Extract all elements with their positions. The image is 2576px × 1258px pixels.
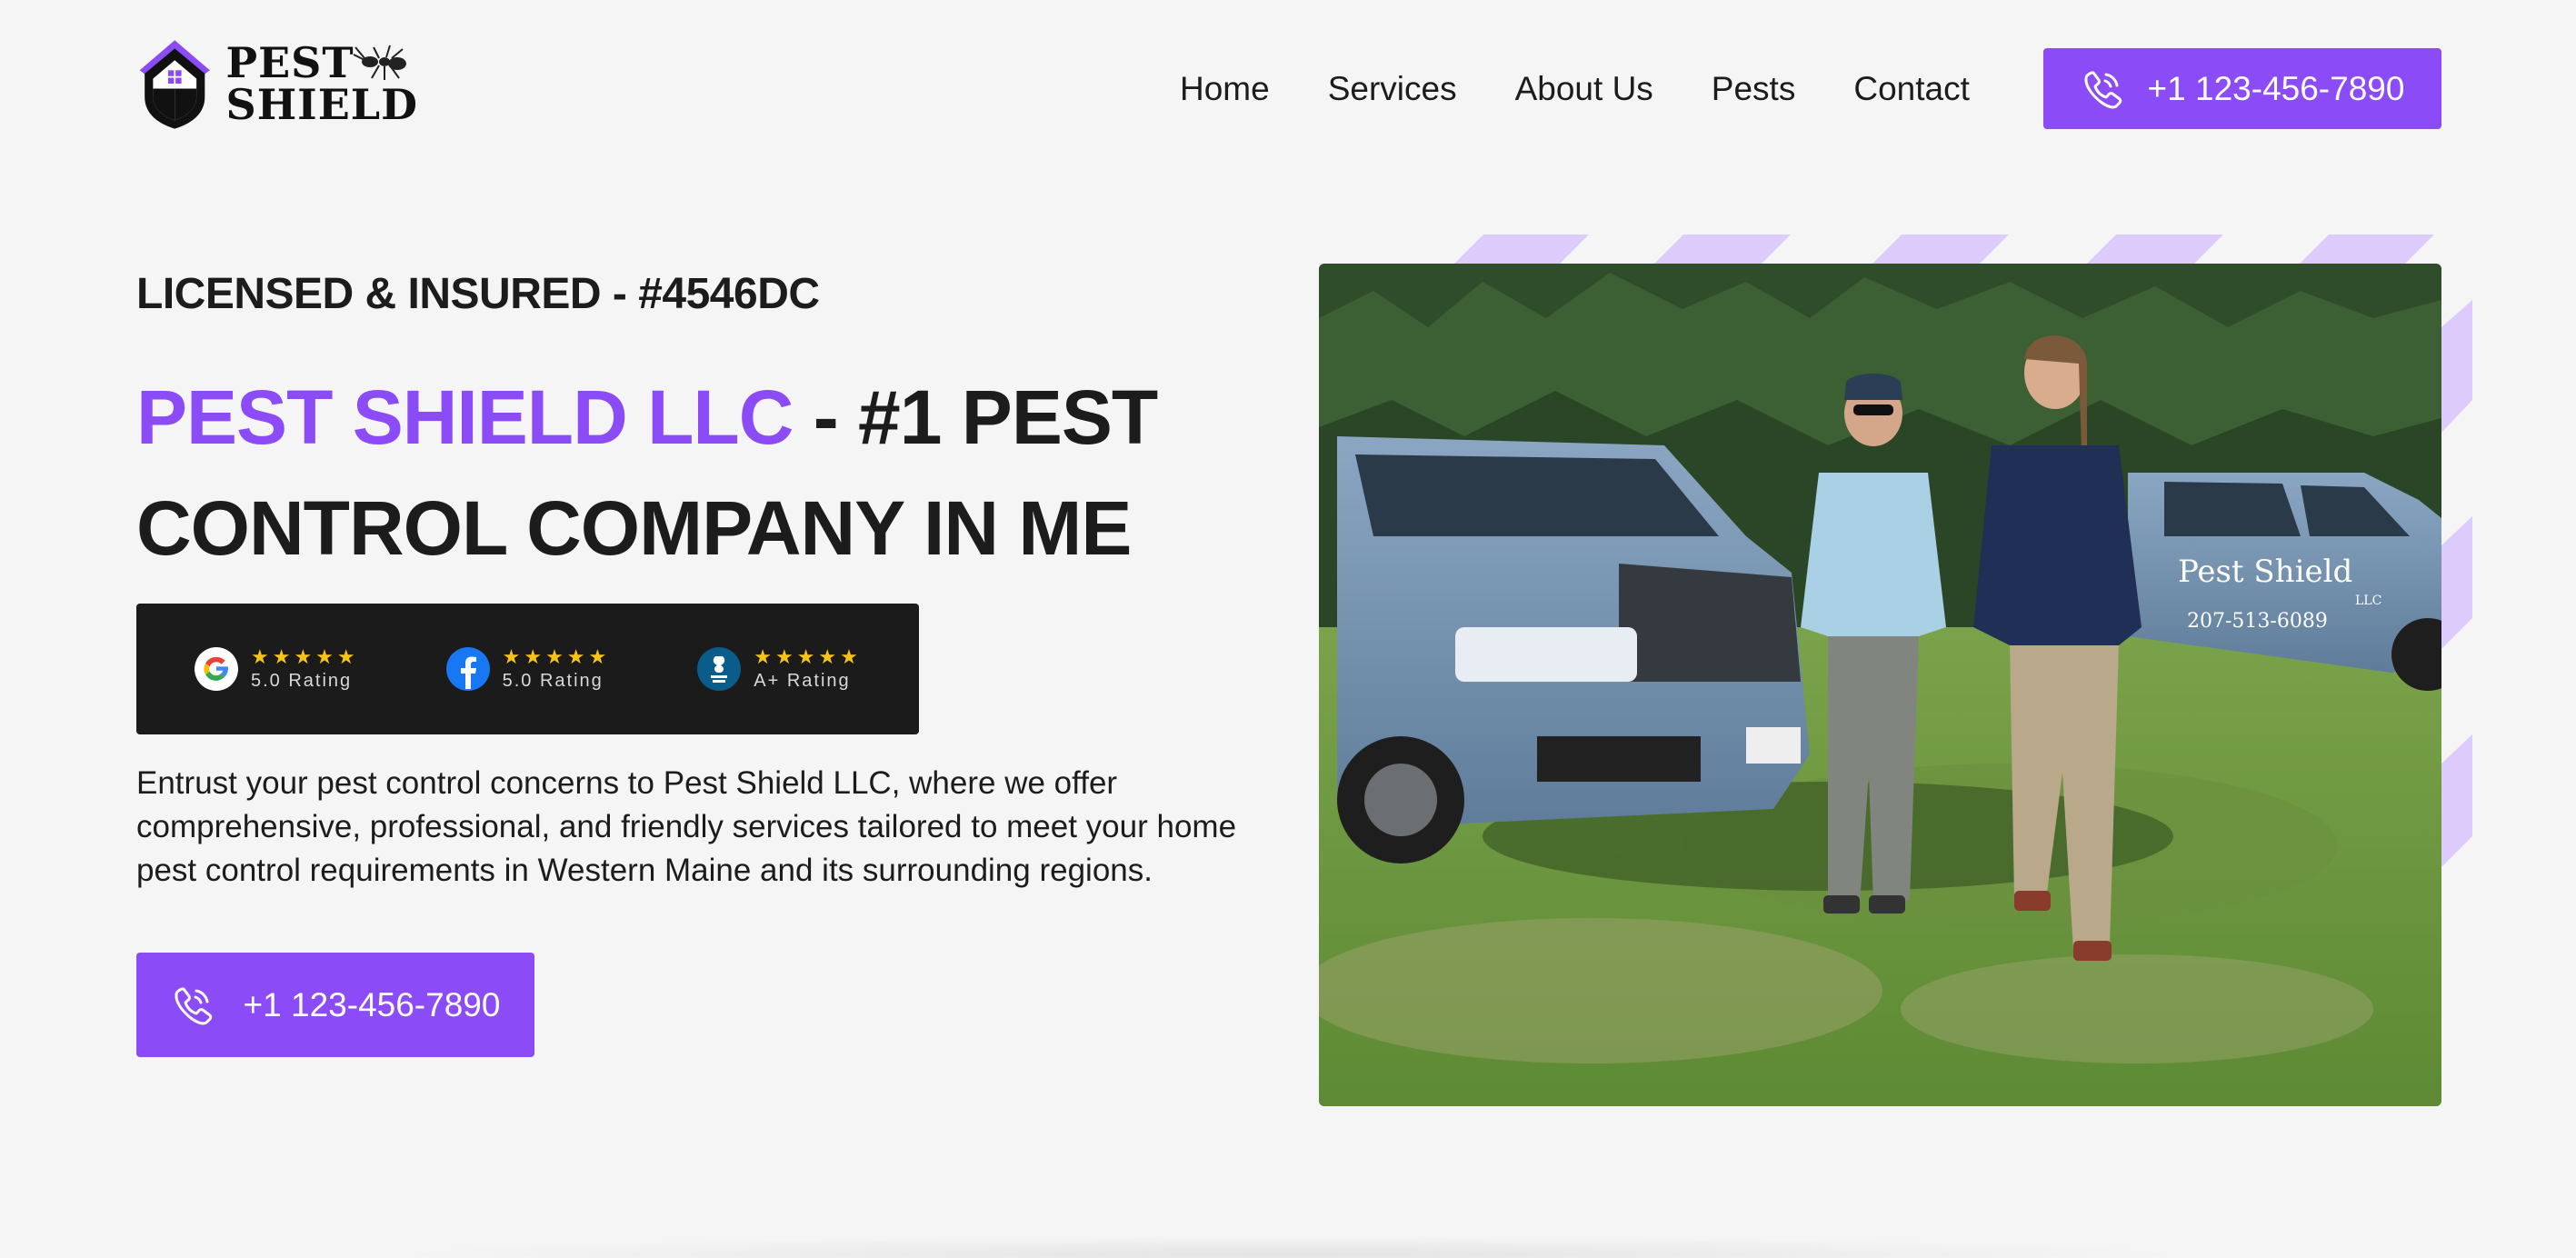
rating-google[interactable]: ★★★★★ 5.0 Rating — [195, 645, 359, 693]
rating-bbb[interactable]: ★★★★★ A+ Rating — [697, 645, 862, 693]
nav-about-us[interactable]: About Us — [1515, 65, 1653, 113]
stars-icon: ★★★★★ — [251, 645, 359, 668]
decorative-stripes-right — [2441, 300, 2472, 867]
decorative-stripes-top — [1454, 235, 2434, 264]
logo[interactable]: PEST SHIELD — [136, 33, 418, 135]
ant-icon — [353, 45, 406, 80]
truck-decal-llc: LLC — [2355, 594, 2381, 608]
license-tagline: LICENSED & INSURED - #4546DC — [136, 270, 820, 318]
rating-google-text: ★★★★★ 5.0 Rating — [251, 645, 359, 693]
main-nav: Home Services About Us Pests Contact — [1180, 65, 1970, 113]
nav-services[interactable]: Services — [1328, 65, 1457, 113]
hero-headline: PEST SHIELD LLC - #1 PEST CONTROL COMPAN… — [136, 362, 1263, 584]
stars-icon: ★★★★★ — [754, 645, 862, 668]
logo-line2: SHIELD — [225, 80, 418, 129]
rating-facebook-text: ★★★★★ 5.0 Rating — [503, 645, 611, 693]
ratings-bar: ★★★★★ 5.0 Rating ★★★★★ 5.0 Rating ★★★★★ … — [136, 604, 919, 734]
rating-label: A+ Rating — [754, 671, 851, 691]
stars-icon: ★★★★★ — [502, 645, 611, 668]
phone-icon — [2084, 71, 2122, 108]
header-phone-button[interactable]: +1 123-456-7890 — [2043, 48, 2441, 129]
rating-facebook[interactable]: ★★★★★ 5.0 Rating — [445, 645, 611, 693]
shield-house-icon — [139, 40, 210, 129]
google-icon — [195, 647, 238, 691]
logo-text: PEST SHIELD — [226, 42, 419, 125]
hero-photo: Pest Shield LLC 207-513-6089 — [1319, 264, 2441, 1106]
headline-company: PEST SHIELD LLC — [136, 374, 794, 460]
site-header: PEST SHIELD Home Services About Us Pests… — [0, 0, 2576, 182]
phone-icon — [175, 987, 212, 1024]
hero-phone-number: +1 123-456-7890 — [243, 985, 501, 1023]
nav-pests[interactable]: Pests — [1712, 65, 1796, 113]
nav-home[interactable]: Home — [1180, 65, 1270, 113]
section-divider-shadow — [382, 1236, 2200, 1258]
bbb-icon — [697, 647, 742, 691]
hero-intro-text: Entrust your pest control concerns to Pe… — [136, 765, 1237, 888]
rating-label: 5.0 Rating — [502, 671, 604, 691]
technicians-with-trucks-image: Pest Shield LLC 207-513-6089 — [1319, 264, 2441, 1106]
header-phone-number: +1 123-456-7890 — [2147, 69, 2405, 107]
rating-bbb-text: ★★★★★ A+ Rating — [754, 645, 862, 693]
rating-label: 5.0 Rating — [251, 671, 353, 691]
facebook-icon — [445, 647, 490, 691]
truck-decal-text: Pest Shield — [2178, 554, 2352, 590]
truck-decal-phone: 207-513-6089 — [2187, 610, 2328, 633]
hero-phone-button[interactable]: +1 123-456-7890 — [136, 953, 534, 1057]
nav-contact[interactable]: Contact — [1853, 65, 1970, 113]
